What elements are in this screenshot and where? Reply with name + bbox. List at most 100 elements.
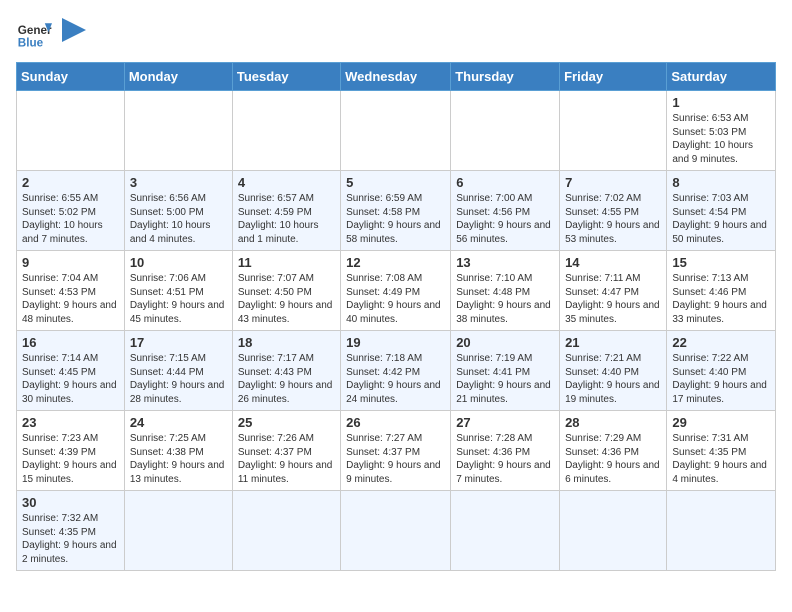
calendar-cell (17, 91, 125, 171)
weekday-header: Thursday (451, 63, 560, 91)
calendar-week-row: 16 Sunrise: 7:14 AM Sunset: 4:45 PM Dayli… (17, 331, 776, 411)
calendar-cell (451, 491, 560, 571)
day-info: Sunrise: 7:14 AM Sunset: 4:45 PM Dayligh… (22, 352, 119, 406)
logo: General Blue (16, 16, 86, 52)
day-info: Sunrise: 6:59 AM Sunset: 4:58 PM Dayligh… (346, 192, 445, 246)
calendar-cell: 5Sunrise: 6:59 AM Sunset: 4:58 PM Daylig… (341, 171, 451, 251)
day-number: 12 (346, 255, 445, 270)
calendar-cell: 9 Sunrise: 7:04 AM Sunset: 4:53 PM Daylig… (17, 251, 125, 331)
calendar-cell: 13Sunrise: 7:10 AM Sunset: 4:48 PM Dayli… (451, 251, 560, 331)
calendar-cell: 1 Sunrise: 6:53 AM Sunset: 5:03 PM Daylig… (667, 91, 776, 171)
calendar-cell: 27 Sunrise: 7:28 AM Sunset: 4:36 PM Dayli… (451, 411, 560, 491)
day-info: Sunrise: 7:23 AM Sunset: 4:39 PM Dayligh… (22, 432, 119, 486)
calendar-cell: 28 Sunrise: 7:29 AM Sunset: 4:36 PM Dayli… (560, 411, 667, 491)
day-info: Sunrise: 6:57 AM Sunset: 4:59 PM Dayligh… (238, 192, 335, 246)
day-number: 22 (672, 335, 770, 350)
calendar-cell: 17 Sunrise: 7:15 AM Sunset: 4:44 PM Dayli… (124, 331, 232, 411)
day-number: 8 (672, 175, 770, 190)
day-info: Sunrise: 7:31 AM Sunset: 4:35 PM Dayligh… (672, 432, 770, 486)
day-number: 10 (130, 255, 227, 270)
day-number: 19 (346, 335, 445, 350)
logo-icon: General Blue (16, 16, 52, 52)
calendar-cell: 3 Sunrise: 6:56 AM Sunset: 5:00 PM Daylig… (124, 171, 232, 251)
day-info: Sunrise: 6:56 AM Sunset: 5:00 PM Dayligh… (130, 192, 227, 246)
calendar-week-row: 2 Sunrise: 6:55 AM Sunset: 5:02 PM Daylig… (17, 171, 776, 251)
day-number: 26 (346, 415, 445, 430)
day-number: 15 (672, 255, 770, 270)
calendar-cell: 4 Sunrise: 6:57 AM Sunset: 4:59 PM Daylig… (232, 171, 340, 251)
day-info: Sunrise: 7:29 AM Sunset: 4:36 PM Dayligh… (565, 432, 661, 486)
day-number: 11 (238, 255, 335, 270)
day-info: Sunrise: 7:21 AM Sunset: 4:40 PM Dayligh… (565, 352, 661, 406)
day-number: 29 (672, 415, 770, 430)
day-info: Sunrise: 7:07 AM Sunset: 4:50 PM Dayligh… (238, 272, 335, 326)
calendar-header-row: SundayMondayTuesdayWednesdayThursdayFrid… (17, 63, 776, 91)
day-number: 24 (130, 415, 227, 430)
calendar-cell: 20 Sunrise: 7:19 AM Sunset: 4:41 PM Dayli… (451, 331, 560, 411)
day-info: Sunrise: 7:18 AM Sunset: 4:42 PM Dayligh… (346, 352, 445, 406)
day-number: 21 (565, 335, 661, 350)
day-number: 27 (456, 415, 554, 430)
calendar-cell (560, 491, 667, 571)
day-info: Sunrise: 7:25 AM Sunset: 4:38 PM Dayligh… (130, 432, 227, 486)
calendar-table: SundayMondayTuesdayWednesdayThursdayFrid… (16, 62, 776, 571)
day-info: Sunrise: 7:00 AM Sunset: 4:56 PM Dayligh… (456, 192, 554, 246)
calendar-cell: 15 Sunrise: 7:13 AM Sunset: 4:46 PM Dayli… (667, 251, 776, 331)
day-info: Sunrise: 7:06 AM Sunset: 4:51 PM Dayligh… (130, 272, 227, 326)
calendar-cell: 8 Sunrise: 7:03 AM Sunset: 4:54 PM Daylig… (667, 171, 776, 251)
calendar-cell (667, 491, 776, 571)
calendar-cell: 18Sunrise: 7:17 AM Sunset: 4:43 PM Dayli… (232, 331, 340, 411)
day-info: Sunrise: 7:02 AM Sunset: 4:55 PM Dayligh… (565, 192, 661, 246)
calendar-cell (124, 491, 232, 571)
calendar-cell (560, 91, 667, 171)
day-number: 20 (456, 335, 554, 350)
logo-arrow-icon (62, 18, 86, 42)
calendar-cell: 30 Sunrise: 7:32 AM Sunset: 4:35 PM Dayli… (17, 491, 125, 571)
day-number: 1 (672, 95, 770, 110)
day-number: 4 (238, 175, 335, 190)
day-info: Sunrise: 7:15 AM Sunset: 4:44 PM Dayligh… (130, 352, 227, 406)
calendar-cell: 7Sunrise: 7:02 AM Sunset: 4:55 PM Daylig… (560, 171, 667, 251)
calendar-cell (232, 491, 340, 571)
day-number: 13 (456, 255, 554, 270)
calendar-cell: 25Sunrise: 7:26 AM Sunset: 4:37 PM Dayli… (232, 411, 340, 491)
calendar-cell: 23 Sunrise: 7:23 AM Sunset: 4:39 PM Dayli… (17, 411, 125, 491)
day-number: 23 (22, 415, 119, 430)
calendar-cell: 22 Sunrise: 7:22 AM Sunset: 4:40 PM Dayli… (667, 331, 776, 411)
calendar-week-row: 9 Sunrise: 7:04 AM Sunset: 4:53 PM Daylig… (17, 251, 776, 331)
day-info: Sunrise: 7:17 AM Sunset: 4:43 PM Dayligh… (238, 352, 335, 406)
day-number: 3 (130, 175, 227, 190)
page-header: General Blue (16, 16, 776, 52)
day-info: Sunrise: 7:04 AM Sunset: 4:53 PM Dayligh… (22, 272, 119, 326)
day-number: 30 (22, 495, 119, 510)
weekday-header: Saturday (667, 63, 776, 91)
day-info: Sunrise: 7:13 AM Sunset: 4:46 PM Dayligh… (672, 272, 770, 326)
svg-text:Blue: Blue (18, 37, 44, 50)
day-info: Sunrise: 6:53 AM Sunset: 5:03 PM Dayligh… (672, 112, 770, 166)
calendar-week-row: 23 Sunrise: 7:23 AM Sunset: 4:39 PM Dayli… (17, 411, 776, 491)
day-info: Sunrise: 7:26 AM Sunset: 4:37 PM Dayligh… (238, 432, 335, 486)
weekday-header: Wednesday (341, 63, 451, 91)
day-info: Sunrise: 7:19 AM Sunset: 4:41 PM Dayligh… (456, 352, 554, 406)
calendar-cell: 19 Sunrise: 7:18 AM Sunset: 4:42 PM Dayli… (341, 331, 451, 411)
calendar-cell (451, 91, 560, 171)
day-number: 17 (130, 335, 227, 350)
day-info: Sunrise: 6:55 AM Sunset: 5:02 PM Dayligh… (22, 192, 119, 246)
calendar-cell: 10 Sunrise: 7:06 AM Sunset: 4:51 PM Dayli… (124, 251, 232, 331)
calendar-cell: 24 Sunrise: 7:25 AM Sunset: 4:38 PM Dayli… (124, 411, 232, 491)
calendar-cell (341, 91, 451, 171)
day-number: 9 (22, 255, 119, 270)
calendar-cell: 21 Sunrise: 7:21 AM Sunset: 4:40 PM Dayli… (560, 331, 667, 411)
day-info: Sunrise: 7:32 AM Sunset: 4:35 PM Dayligh… (22, 512, 119, 566)
day-info: Sunrise: 7:03 AM Sunset: 4:54 PM Dayligh… (672, 192, 770, 246)
day-info: Sunrise: 7:28 AM Sunset: 4:36 PM Dayligh… (456, 432, 554, 486)
calendar-week-row: 30 Sunrise: 7:32 AM Sunset: 4:35 PM Dayli… (17, 491, 776, 571)
day-number: 28 (565, 415, 661, 430)
day-info: Sunrise: 7:27 AM Sunset: 4:37 PM Dayligh… (346, 432, 445, 486)
day-number: 14 (565, 255, 661, 270)
day-number: 16 (22, 335, 119, 350)
day-info: Sunrise: 7:22 AM Sunset: 4:40 PM Dayligh… (672, 352, 770, 406)
weekday-header: Sunday (17, 63, 125, 91)
weekday-header: Friday (560, 63, 667, 91)
day-number: 2 (22, 175, 119, 190)
